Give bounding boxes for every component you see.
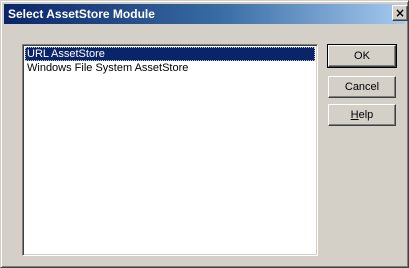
cancel-button-label: Cancel [344,81,380,93]
ok-button-label: OK [354,50,370,62]
list-item[interactable]: URL AssetStore [25,47,315,61]
help-button[interactable]: Help [328,104,396,126]
ok-button[interactable]: OK [327,44,397,68]
close-button[interactable]: × [392,5,408,21]
dialog-window: Select AssetStore Module × URL AssetStor… [0,0,409,268]
help-label-rest: elp [358,109,374,121]
module-listbox[interactable]: URL AssetStore Windows File System Asset… [22,44,318,256]
list-item[interactable]: Windows File System AssetStore [25,61,315,75]
cancel-button[interactable]: Cancel [328,76,396,98]
close-icon: × [394,6,406,20]
help-mnemonic: H [350,109,359,121]
help-button-label: Help [351,109,374,121]
title-bar[interactable]: Select AssetStore Module × [4,4,408,24]
dialog-title: Select AssetStore Module [8,7,155,21]
